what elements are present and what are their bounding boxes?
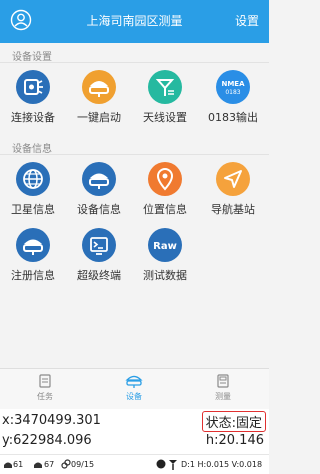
tile-one-key-start[interactable]: 一键启动 (66, 70, 132, 130)
tile-label: 0183输出 (208, 111, 258, 124)
device-tab-icon (125, 375, 143, 388)
link-count: 09/15 (71, 460, 95, 469)
satellite-count-2: 67 (44, 460, 55, 469)
tile-label: 测试数据 (143, 269, 187, 282)
raw-data-icon: Raw (148, 228, 182, 262)
link-icon (61, 459, 71, 469)
tile-label: 设备信息 (77, 203, 121, 216)
tile-label: 注册信息 (11, 269, 55, 282)
receiver-icon (4, 462, 12, 468)
divider (0, 62, 269, 63)
tile-label: 一键启动 (77, 111, 121, 124)
tab-label: 测量 (215, 392, 231, 401)
divider (0, 154, 269, 155)
tile-label: 导航基站 (211, 203, 255, 216)
tab-label: 设备 (126, 392, 142, 401)
receiver-icon-2 (34, 462, 42, 468)
one-key-start-icon (82, 70, 116, 104)
measure-icon (217, 374, 229, 388)
section-device-settings: 设备设置 (12, 52, 52, 63)
tile-label: 卫星信息 (11, 203, 55, 216)
nmea-badge-bottom: 0183 (225, 89, 240, 96)
nmea-badge-top: NMEA (221, 80, 245, 88)
tile-device-info[interactable]: 设备信息 (66, 162, 132, 222)
tile-label: 连接设备 (11, 111, 55, 124)
terminal-icon (82, 228, 116, 262)
raw-badge: Raw (153, 241, 177, 252)
satellite-globe-icon (16, 162, 50, 196)
settings-button[interactable]: 设置 (235, 12, 259, 29)
top-bar: 上海司南园区测量 设置 (0, 0, 269, 43)
tab-device[interactable]: 设备 (89, 373, 179, 402)
solution-status: 状态:固定 (201, 411, 266, 432)
record-dot-icon (156, 459, 166, 469)
bottom-tab-bar: 任务 设备 测量 (0, 368, 269, 409)
tile-satellite-info[interactable]: 卫星信息 (0, 162, 66, 222)
satellite-count-1: 61 (13, 460, 24, 469)
tile-register-info[interactable]: 注册信息 (0, 228, 66, 288)
tile-navigation-base[interactable]: 导航基站 (200, 162, 266, 222)
y-coordinate: y:622984.096 (2, 433, 92, 448)
x-coordinate: x:3470499.301 (2, 413, 101, 428)
tab-label: 任务 (37, 392, 53, 401)
register-info-icon (16, 228, 50, 262)
antenna-signal-icon (169, 460, 177, 470)
tab-task[interactable]: 任务 (0, 373, 90, 402)
location-pin-icon (148, 162, 182, 196)
tile-label: 天线设置 (143, 111, 187, 124)
tile-test-data[interactable]: Raw 测试数据 (132, 228, 198, 288)
coordinate-panel: x:3470499.301 y:622984.096 状态:固定 h:20.14… (0, 409, 269, 454)
page-title: 上海司南园区测量 (86, 14, 183, 28)
tile-label: 超级终端 (77, 269, 121, 282)
connect-device-icon (16, 70, 50, 104)
tile-nmea-output[interactable]: NMEA 0183 0183输出 (200, 70, 266, 130)
device-info-icon (82, 162, 116, 196)
app-screen: 上海司南园区测量 设置 设备设置 连接设备 一键启动 天线设置 NMEA 018… (0, 0, 269, 474)
tab-measure[interactable]: 测量 (178, 373, 268, 402)
task-icon (39, 374, 51, 388)
gnss-status-bar: 61 67 09/15 D:1 H:0.015 V:0.018 (0, 454, 269, 474)
antenna-icon (148, 70, 182, 104)
tile-label: 位置信息 (143, 203, 187, 216)
nmea-icon: NMEA 0183 (216, 70, 250, 104)
tile-location-info[interactable]: 位置信息 (132, 162, 198, 222)
tile-antenna-settings[interactable]: 天线设置 (132, 70, 198, 130)
height-value: h:20.146 (205, 433, 264, 448)
tile-connect-device[interactable]: 连接设备 (0, 70, 66, 130)
section-device-info: 设备信息 (12, 144, 52, 155)
tile-super-terminal[interactable]: 超级终端 (66, 228, 132, 288)
navigation-arrow-icon (216, 162, 250, 196)
precision-readout: D:1 H:0.015 V:0.018 (181, 460, 263, 469)
